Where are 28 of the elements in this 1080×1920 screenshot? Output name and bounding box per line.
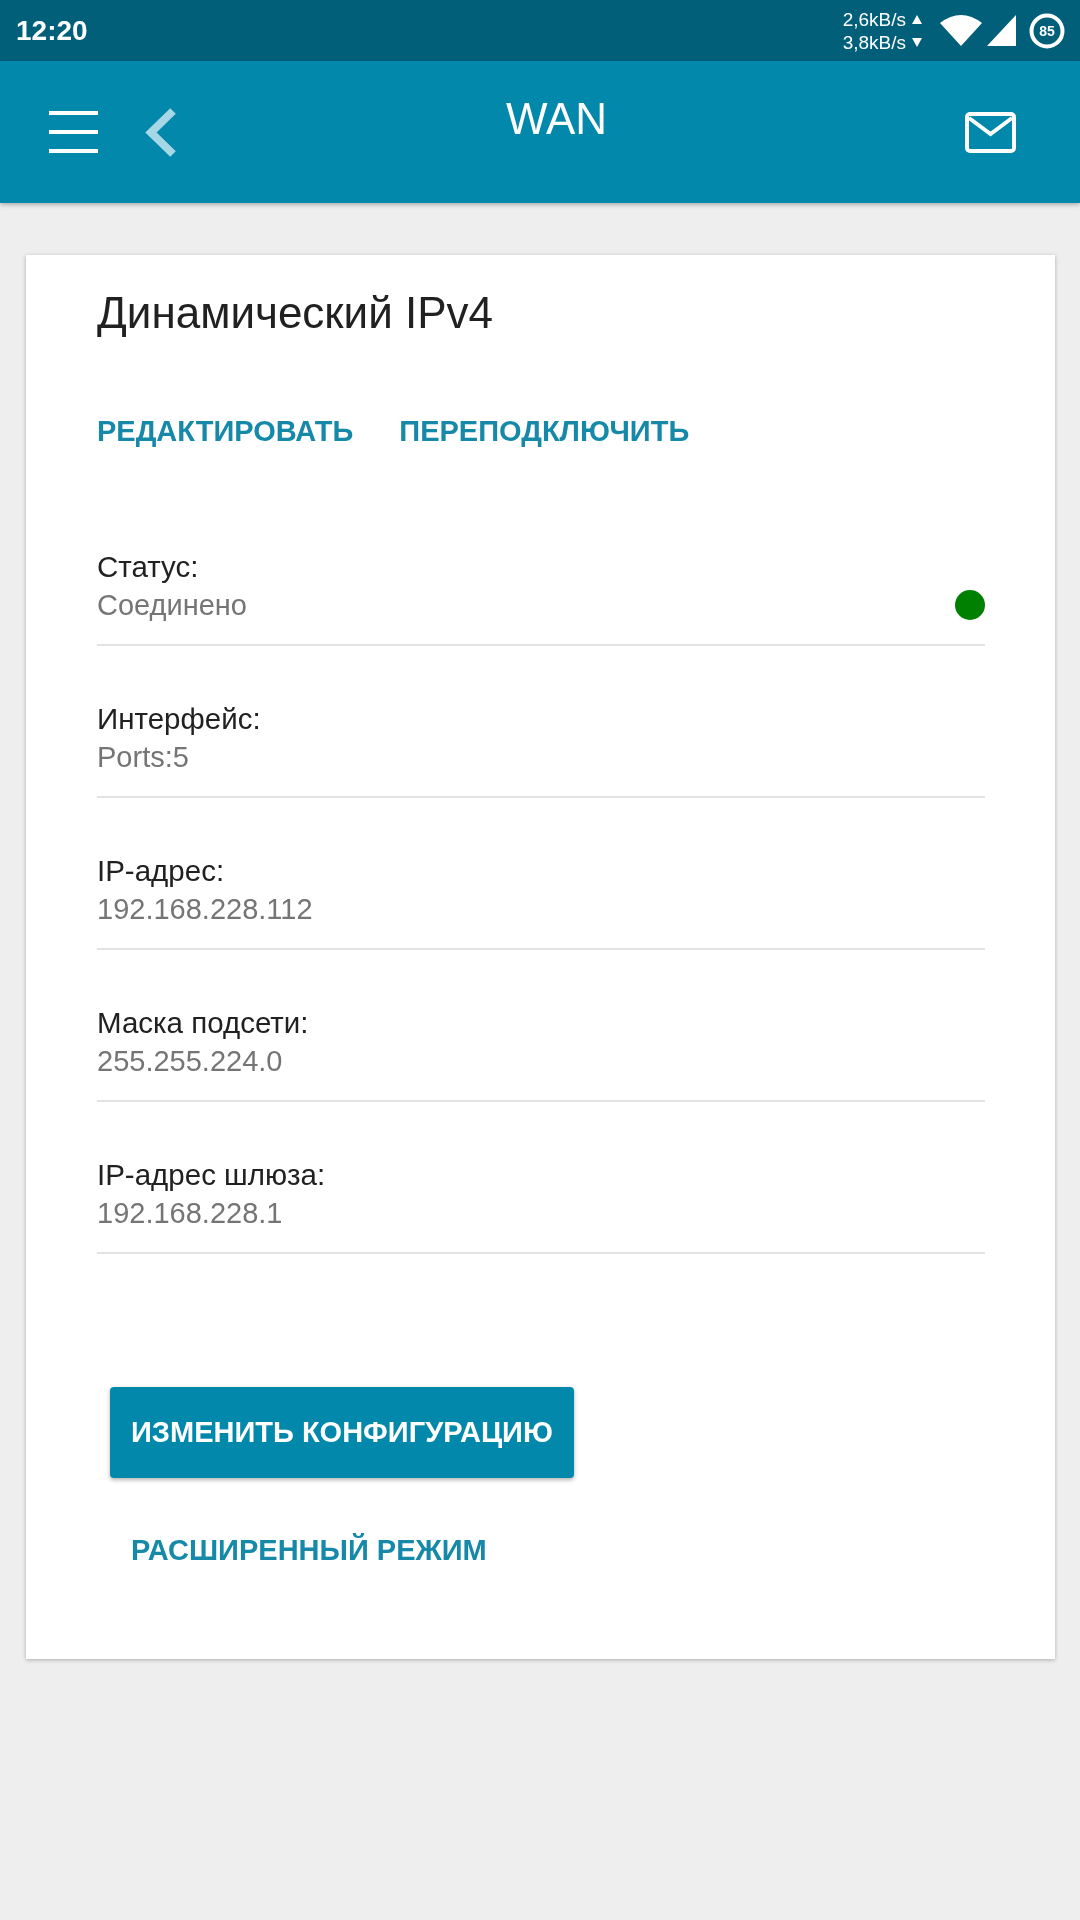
field-value: 192.168.228.112 bbox=[97, 892, 314, 927]
field-value: 255.255.224.0 bbox=[97, 1044, 284, 1079]
arrow-down-icon bbox=[912, 37, 922, 47]
card-title: Динамический IPv4 bbox=[97, 287, 495, 339]
action-link[interactable]: ПЕРЕПОДКЛЮЧИТЬ bbox=[399, 411, 690, 451]
clock-time: 12:20 bbox=[16, 14, 88, 47]
arrow-up-icon bbox=[912, 14, 922, 24]
battery-level-text: 85 bbox=[1039, 21, 1055, 40]
field-value: Ports:5 bbox=[97, 740, 190, 775]
change-configuration-button[interactable]: ИЗМЕНИТЬ КОНФИГУРАЦИЮ bbox=[110, 1387, 574, 1478]
field-label: Интерфейс: bbox=[97, 701, 262, 737]
action-link[interactable]: РЕДАКТИРОВАТЬ bbox=[97, 411, 354, 451]
field-label: Статус: bbox=[97, 549, 200, 585]
back-chevron-icon[interactable] bbox=[144, 106, 178, 158]
battery-icon bbox=[1029, 12, 1065, 49]
download-speed: 3,8kB/s bbox=[842, 30, 906, 54]
field-label: IP-адрес: bbox=[97, 853, 226, 889]
screen-title: WAN bbox=[505, 93, 608, 145]
field-value: 192.168.228.1 bbox=[97, 1196, 284, 1231]
field-label: Маска подсети: bbox=[97, 1005, 310, 1041]
field-label: IP-адрес шлюза: bbox=[97, 1157, 327, 1193]
signal-icon bbox=[987, 15, 1016, 46]
mail-icon[interactable] bbox=[965, 111, 1016, 153]
upload-speed: 2,6kB/s bbox=[842, 7, 906, 31]
field-value: Соединено bbox=[97, 588, 248, 623]
wifi-icon bbox=[940, 15, 982, 46]
advanced-mode-link[interactable]: РАСШИРЕННЫЙ РЕЖИМ bbox=[131, 1530, 487, 1570]
menu-icon[interactable] bbox=[49, 111, 98, 153]
